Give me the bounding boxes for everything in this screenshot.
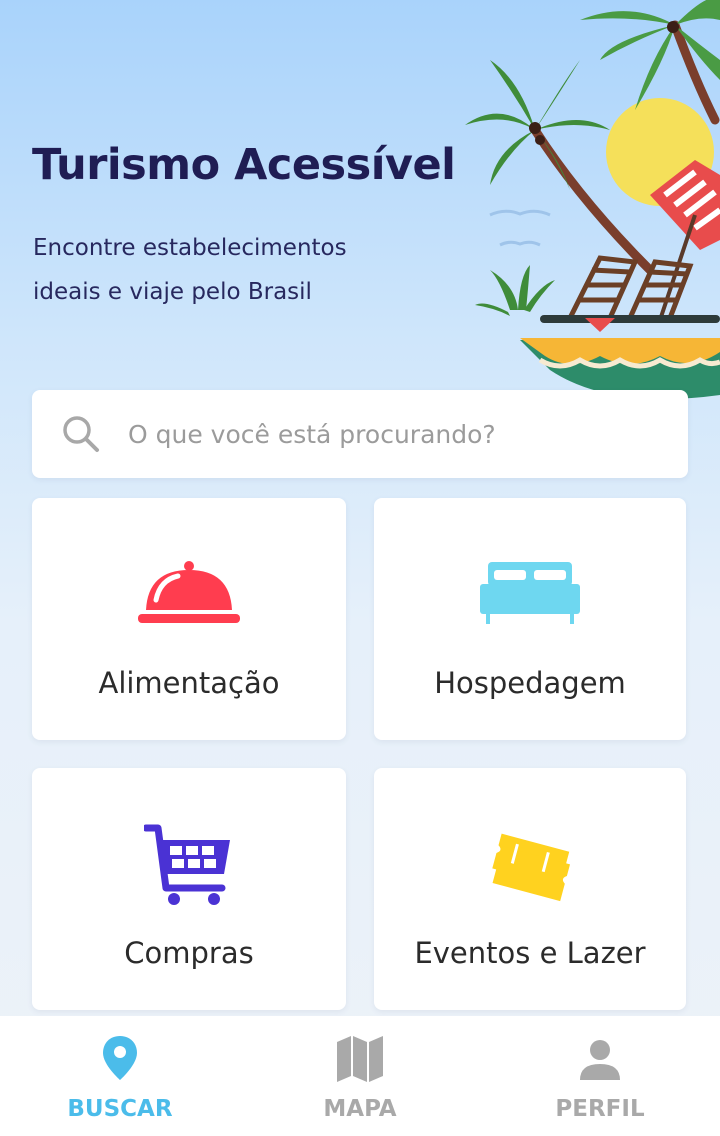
search-bar[interactable] [32,390,688,478]
category-card-eventos-lazer[interactable]: Eventos e Lazer [374,768,686,1010]
nav-mapa[interactable]: MAPA [240,1016,480,1136]
search-input[interactable] [128,419,668,449]
page-subtitle: Encontre estabelecimentos ideais e viaje… [33,226,453,314]
tickets-icon [492,833,571,902]
category-card-alimentacao[interactable]: Alimentação [32,498,346,740]
nav-label: BUSCAR [67,1096,173,1122]
beach-illustration [465,0,720,400]
category-label: Alimentação [98,666,280,700]
category-label: Eventos e Lazer [414,936,646,970]
category-card-compras[interactable]: Compras [32,768,346,1010]
nav-buscar[interactable]: BUSCAR [0,1016,240,1136]
map-icon [337,1036,383,1082]
category-label: Hospedagem [434,666,626,700]
search-icon [63,416,99,452]
page-title: Turismo Acessível [32,140,456,190]
category-card-hospedagem[interactable]: Hospedagem [374,498,686,740]
nav-perfil[interactable]: PERFIL [480,1016,720,1136]
hero-header: Turismo Acessível Encontre estabelecimen… [0,0,720,400]
bed-icon [480,562,580,624]
subtitle-line-1: Encontre estabelecimentos [33,235,347,261]
nav-label: MAPA [323,1096,397,1122]
bottom-navigation: BUSCAR MAPA PERFIL [0,1016,720,1136]
subtitle-line-2: ideais e viaje pelo Brasil [33,279,312,305]
nav-label: PERFIL [555,1096,645,1122]
category-label: Compras [124,936,254,970]
location-pin-icon [103,1036,137,1080]
shopping-cart-icon [144,824,230,905]
person-icon [580,1040,620,1080]
cloche-icon [138,561,240,623]
